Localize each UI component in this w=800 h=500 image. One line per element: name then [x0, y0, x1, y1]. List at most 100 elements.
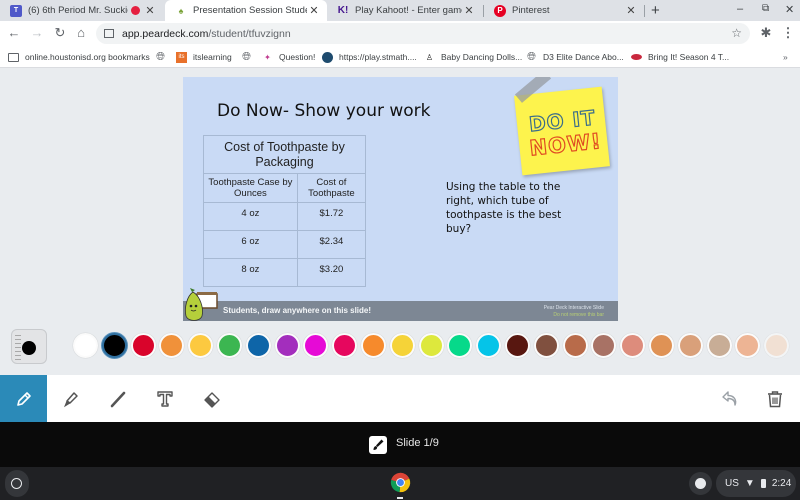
tab-presentation[interactable]: ♠ Presentation Session Student ✕	[165, 0, 327, 21]
pear-mascot-icon	[185, 288, 218, 321]
brush-size-button[interactable]	[11, 329, 47, 364]
forward-button[interactable]: →	[29, 25, 45, 41]
color-swatch[interactable]	[217, 333, 242, 358]
peardeck-icon: ♠	[178, 5, 184, 16]
clock: 2:24	[771, 478, 792, 489]
color-swatch[interactable]	[361, 333, 386, 358]
color-swatch[interactable]	[677, 333, 703, 358]
close-tab-icon[interactable]: ✕	[462, 4, 476, 17]
table-cell: 6 oz	[203, 230, 298, 259]
tab-label: Presentation Session Student	[193, 5, 307, 16]
launcher-button[interactable]	[5, 470, 29, 497]
status-tray[interactable]: US ▼ 2:24	[716, 470, 796, 497]
tab-kahoot[interactable]: K! Play Kahoot! - Enter game PIN he ✕	[327, 0, 482, 21]
table-cell: $3.20	[296, 258, 367, 287]
color-palette	[0, 324, 800, 375]
bookmark-item[interactable]: 🌐︎	[241, 50, 258, 64]
undo-button[interactable]	[706, 375, 753, 422]
highlighter-tool-button[interactable]	[47, 375, 94, 422]
table-cell: 4 oz	[203, 202, 298, 231]
close-window-button[interactable]: ✕	[785, 3, 794, 16]
browser-toolbar: ← → ↻ ⌂ app.peardeck.com/student/tfuvzig…	[0, 21, 800, 46]
pencil-tool-button[interactable]	[0, 375, 47, 422]
trash-icon	[767, 390, 782, 407]
bookmark-item[interactable]: Bring It! Season 4 T...	[631, 50, 729, 64]
color-swatch[interactable]	[274, 333, 300, 358]
home-button[interactable]: ⌂	[73, 25, 89, 41]
color-swatch[interactable]	[389, 333, 415, 358]
table-row: 4 oz $1.72	[203, 202, 367, 231]
color-swatch[interactable]	[159, 333, 185, 358]
minimize-button[interactable]: –	[737, 3, 743, 15]
new-tab-button[interactable]: +	[651, 2, 660, 19]
menu-kebab-icon[interactable]: ⋮	[780, 25, 796, 41]
color-swatch[interactable]	[303, 333, 329, 358]
color-swatch[interactable]	[73, 333, 98, 358]
color-swatch[interactable]	[447, 333, 473, 358]
bookmark-item[interactable]: ✦ Question!	[262, 50, 315, 64]
text-tool-button[interactable]	[141, 375, 188, 422]
bookmarks-overflow-button[interactable]: »	[783, 50, 788, 64]
close-tab-icon[interactable]: ✕	[624, 4, 638, 17]
color-swatch[interactable]	[562, 333, 588, 358]
color-swatch[interactable]	[764, 333, 790, 358]
slide-canvas[interactable]: Do Now- Show your work Cost of Toothpast…	[183, 77, 618, 321]
extensions-icon[interactable]: ✱	[758, 25, 774, 41]
chrome-app-icon[interactable]	[389, 471, 412, 494]
tab-pinterest[interactable]: P Pinterest ✕	[484, 0, 644, 21]
color-swatch[interactable]	[735, 333, 761, 358]
capture-icon	[695, 478, 706, 489]
text-icon	[156, 390, 173, 407]
column-header: Toothpaste Case by Ounces	[203, 173, 298, 203]
clear-all-button[interactable]	[751, 375, 798, 422]
slide-counter: Slide 1/9	[396, 437, 439, 449]
toothpaste-table: Cost of Toothpaste by Packaging Toothpas…	[203, 135, 367, 287]
page-info-icon[interactable]	[104, 29, 114, 38]
color-swatch[interactable]	[533, 333, 559, 358]
bookmark-label: Question!	[279, 52, 316, 62]
close-tab-icon[interactable]: ✕	[143, 4, 157, 17]
restore-button[interactable]: ⧉	[762, 3, 769, 14]
line-tool-button[interactable]	[94, 375, 141, 422]
color-swatch[interactable]	[101, 333, 127, 358]
bookmark-label: itslearning	[193, 52, 232, 62]
eraser-tool-button[interactable]	[188, 375, 235, 422]
screen-capture-button[interactable]	[689, 472, 712, 495]
bookmark-item[interactable]: 🌐︎ D3 Elite Dance Abo...	[526, 50, 624, 64]
tab-separator	[644, 5, 645, 17]
drawing-toolbar	[0, 375, 800, 422]
os-shelf: US ▼ 2:24	[0, 467, 800, 500]
color-swatch[interactable]	[418, 333, 444, 358]
tab-teams[interactable]: T (6) 6th Period Mr. Suckie (M ✕	[0, 0, 163, 21]
brush-slide-icon	[369, 436, 387, 454]
color-swatch[interactable]	[649, 333, 674, 358]
reload-button[interactable]: ↻	[52, 25, 68, 41]
bookmark-item[interactable]: its itslearning	[176, 50, 232, 64]
back-button[interactable]: ←	[6, 25, 22, 41]
address-bar[interactable]: app.peardeck.com/student/tfuvzignn ☆	[96, 23, 750, 44]
battery-icon	[760, 479, 766, 488]
color-swatch[interactable]	[332, 333, 358, 358]
color-swatch[interactable]	[505, 333, 530, 358]
close-tab-icon[interactable]: ✕	[307, 4, 321, 17]
bookmark-item[interactable]: online.houstonisd.org bookmarks	[8, 50, 150, 64]
color-swatch[interactable]	[130, 333, 156, 358]
line-icon	[110, 391, 125, 407]
bookmark-item[interactable]: https://play.stmath....	[322, 50, 417, 64]
table-row: 8 oz $3.20	[203, 258, 367, 287]
color-swatch[interactable]	[245, 333, 271, 358]
tab-strip: T (6) 6th Period Mr. Suckie (M ✕ ♠ Prese…	[0, 0, 800, 21]
slide-indicator-bar: Slide 1/9	[0, 422, 800, 467]
color-swatch[interactable]	[591, 333, 617, 358]
bookmark-star-icon[interactable]: ☆	[731, 26, 742, 40]
globe-icon: 🌐︎	[156, 50, 165, 63]
color-swatch[interactable]	[188, 333, 214, 358]
wifi-icon: ▼	[744, 478, 755, 489]
bookmark-label: Baby Dancing Dolls...	[441, 52, 523, 62]
color-swatch[interactable]	[706, 333, 732, 358]
color-swatch[interactable]	[620, 333, 646, 358]
bookmark-item[interactable]: 🌐︎	[155, 50, 172, 64]
color-swatch[interactable]	[476, 333, 502, 358]
bookmark-item[interactable]: ♙ Baby Dancing Dolls...	[424, 50, 522, 64]
tab-label: Pinterest	[512, 5, 550, 16]
